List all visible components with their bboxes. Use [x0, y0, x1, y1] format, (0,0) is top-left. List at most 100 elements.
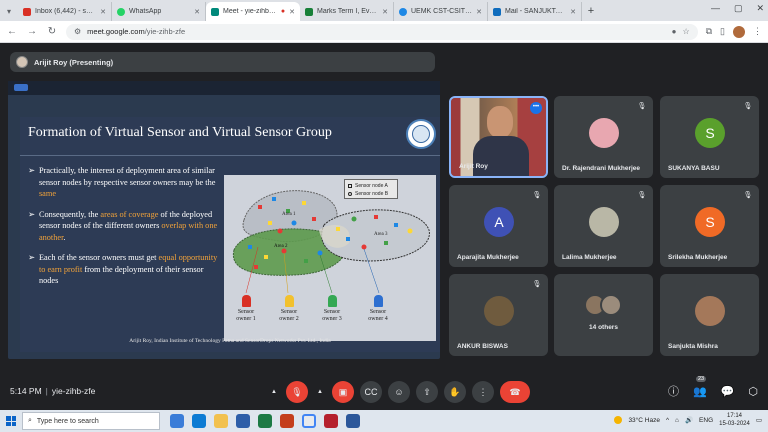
participant-tile[interactable]: 🎙 A Aparajita Mukherjee	[449, 185, 548, 267]
participant-name: ANKUR BISWAS	[457, 343, 508, 350]
taskbar-clock[interactable]: 17:14 15-03-2024	[719, 412, 750, 428]
present-button[interactable]: ⇧	[416, 381, 438, 403]
sensor-node	[312, 217, 316, 221]
chat-icon[interactable]: 💬	[721, 385, 735, 398]
participant-tile[interactable]: Sanjukta Mishra	[660, 274, 759, 356]
raise-hand-button[interactable]: ✋	[444, 381, 466, 403]
owner-label: Sensor	[369, 309, 387, 315]
close-icon[interactable]: ✕	[570, 8, 576, 16]
slide-bullets: ➢ Practically, the interest of deploymen…	[28, 165, 218, 296]
back-icon[interactable]: ←	[6, 26, 18, 37]
sensor-node	[407, 228, 413, 234]
close-window-icon[interactable]: ✕	[756, 3, 764, 14]
language-indicator[interactable]: ENG	[699, 417, 713, 424]
taskbar-search[interactable]: ⌕ Type here to search	[22, 412, 160, 430]
tab-whatsapp[interactable]: WhatsApp ✕	[112, 2, 206, 21]
owner-1: Sensor owner 1	[226, 295, 266, 323]
slide-divider	[20, 155, 440, 156]
others-tile[interactable]: 14 others	[554, 274, 653, 356]
tab-title: UEMK CST-CSIT 2021 - 20	[411, 8, 472, 15]
app-icon[interactable]	[346, 414, 360, 428]
sidepanel-icon[interactable]: ▯	[720, 26, 725, 37]
window-controls: — ▢ ✕	[711, 3, 764, 14]
tab-search-icon[interactable]: ▾	[0, 2, 18, 21]
mic-off-icon: 🎙	[637, 192, 647, 199]
area-3-label: Area 3	[374, 232, 388, 237]
excel-icon[interactable]	[258, 414, 272, 428]
extensions-icon[interactable]: ⧉	[706, 26, 712, 37]
sensor-node	[272, 197, 276, 201]
powerpoint-icon[interactable]	[280, 414, 294, 428]
bookmark-star-icon[interactable]: ☆	[682, 27, 689, 36]
more-options-icon[interactable]: •••	[530, 102, 542, 114]
participant-tile[interactable]: ••• Arijit Roy	[449, 96, 548, 178]
participant-tile[interactable]: 🎙 Dr. Rajendrani Mukherjee	[554, 96, 653, 178]
windows-icon	[6, 416, 16, 426]
bullet-3: ➢ Each of the sensor owners must get equ…	[28, 252, 218, 287]
mic-toggle-button[interactable]: 🎙	[286, 381, 308, 403]
sensor-node	[248, 245, 252, 249]
participant-name: Dr. Rajendrani Mukherjee	[562, 165, 641, 172]
sensor-node	[384, 241, 388, 245]
task-view-icon[interactable]	[170, 414, 184, 428]
tab-title: Meet - yie-zihb-zfe	[223, 8, 277, 15]
word-icon[interactable]	[236, 414, 250, 428]
meeting-info: 5:14 PM | yie-zihb-zfe	[10, 386, 96, 396]
tab-inbox[interactable]: Inbox (6,442) - sanjuktam ✕	[18, 2, 112, 21]
camera-toggle-button[interactable]: ▣	[332, 381, 354, 403]
file-explorer-icon[interactable]	[214, 414, 228, 428]
participant-tile[interactable]: 🎙 S Srilekha Mukherjee	[660, 185, 759, 267]
sensor-node	[258, 205, 262, 209]
url-field[interactable]: ⚙ meet.google.com/yie-zihb-zfe ● ☆	[66, 23, 698, 40]
arrow-bullet-icon: ➢	[28, 166, 35, 175]
participant-tile[interactable]: 🎙 S SUKANYA BASU	[660, 96, 759, 178]
start-button[interactable]	[0, 410, 22, 432]
maximize-icon[interactable]: ▢	[734, 3, 743, 14]
tab-title: Mail - SANJUKTA MISHRA	[505, 8, 566, 15]
participant-tile[interactable]: 🎙 ANKUR BISWAS	[449, 274, 548, 356]
volume-icon[interactable]: 🔊	[685, 416, 693, 424]
people-icon[interactable]: 👥 23	[693, 375, 707, 398]
site-info-icon[interactable]: ⚙	[74, 27, 81, 36]
weather-text[interactable]: 33°C Haze	[628, 417, 660, 424]
audio-options-chevron-icon[interactable]: ▲	[268, 381, 280, 403]
forward-icon[interactable]: →	[26, 26, 38, 37]
tab-mail[interactable]: Mail - SANJUKTA MISHRA ✕	[488, 2, 582, 21]
tray-arrow-icon[interactable]: ^	[666, 417, 669, 424]
tab-marks[interactable]: Marks Term I, Even Sem 20 ✕	[300, 2, 394, 21]
profile-avatar[interactable]	[733, 25, 745, 38]
bullet-text: Consequently, the	[38, 209, 101, 219]
close-icon[interactable]: ✕	[476, 8, 482, 16]
bullet-highlight: same	[38, 189, 57, 198]
minimize-icon[interactable]: —	[711, 3, 720, 14]
bullet-text: .	[63, 232, 66, 242]
tab-uemk[interactable]: UEMK CST-CSIT 2021 - 20 ✕	[394, 2, 488, 21]
new-tab-button[interactable]: +	[582, 2, 600, 21]
close-icon[interactable]: ✕	[100, 8, 106, 16]
video-options-chevron-icon[interactable]: ▲	[314, 381, 326, 403]
acrobat-icon[interactable]	[324, 414, 338, 428]
close-icon[interactable]: ✕	[289, 8, 295, 16]
chrome-icon[interactable]	[302, 414, 316, 428]
side-controls: ⓘ 👥 23 💬 ⬡	[668, 375, 758, 399]
emoji-button[interactable]: ☺	[388, 381, 410, 403]
info-icon[interactable]: ⓘ	[668, 383, 679, 399]
tab-meet[interactable]: Meet - yie-zihb-zfe ● ✕	[206, 2, 300, 21]
network-icon[interactable]: ⌂	[675, 417, 679, 424]
more-options-button[interactable]: ⋮	[472, 381, 494, 403]
close-icon[interactable]: ✕	[382, 8, 388, 16]
reload-icon[interactable]: ↻	[46, 26, 58, 37]
edge-icon[interactable]	[192, 414, 206, 428]
leave-call-button[interactable]: ☎	[500, 381, 530, 403]
close-icon[interactable]: ✕	[194, 8, 200, 16]
captions-button[interactable]: CC	[360, 381, 382, 403]
activities-icon[interactable]: ⬡	[748, 385, 758, 398]
notification-icon[interactable]: ▭	[756, 416, 762, 424]
participant-tile[interactable]: 🎙 Lalima Mukherjee	[554, 185, 653, 267]
owner-label: Sensor	[280, 309, 298, 315]
camera-in-use-icon[interactable]: ●	[672, 27, 677, 36]
whatsapp-icon	[117, 7, 125, 16]
legend-b: Sensor node B	[355, 191, 389, 197]
menu-icon[interactable]: ⋮	[753, 26, 762, 37]
address-bar: ← → ↻ ⚙ meet.google.com/yie-zihb-zfe ● ☆…	[0, 21, 768, 43]
